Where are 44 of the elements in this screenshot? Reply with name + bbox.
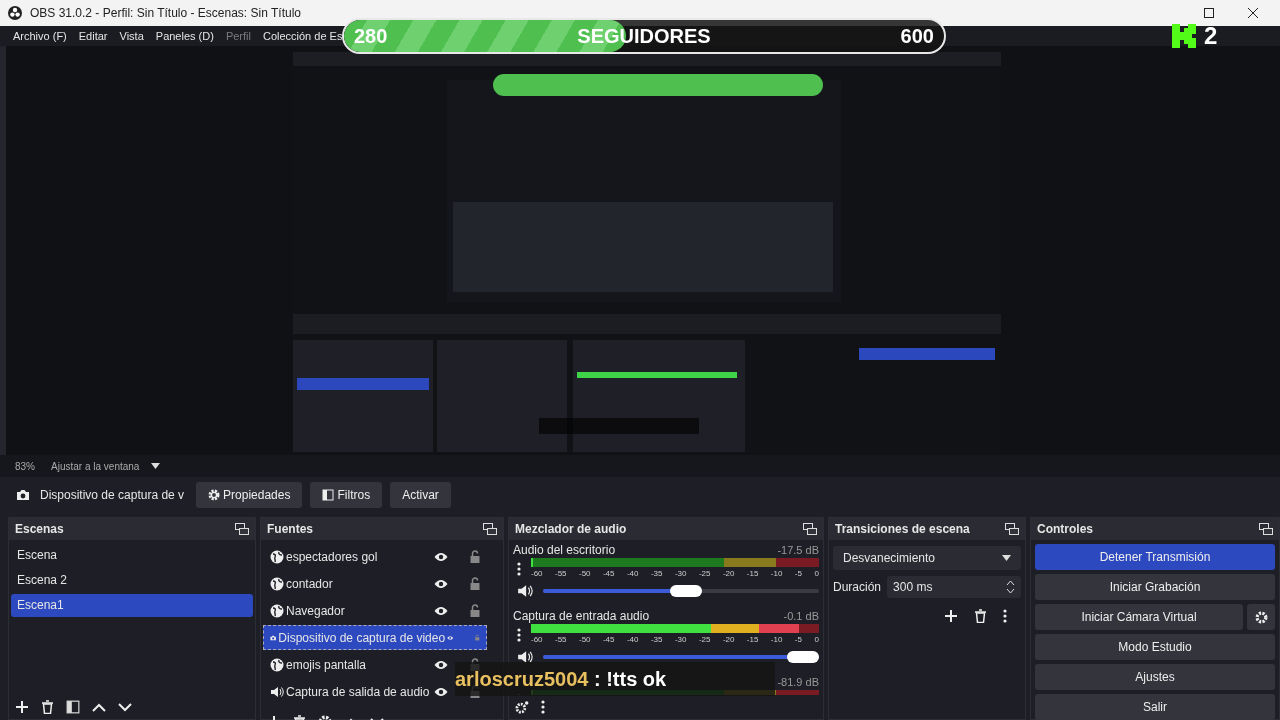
meter-tick: -10 [770,568,783,579]
meter-tick: -35 [650,568,663,579]
meter-tick: -25 [698,568,711,579]
window-title: OBS 31.0.2 - Perfil: Sin Título - Escenas: Sin Título [30,6,301,20]
db-reading: -17.5 dB [777,544,819,556]
dock-title: Transiciones de escena [835,522,970,536]
goal-target: 600 [900,24,934,48]
meter-tick: -5 [794,634,802,645]
meter-tick: -55 [555,634,567,645]
dock-title: Escenas [15,522,64,536]
meter-tick: -15 [746,634,759,645]
dock-title: Mezclador de audio [515,522,627,536]
meter-tick: -30 [674,568,687,579]
dock-title: Controles [1037,522,1093,536]
meter-tick: -50 [578,568,591,579]
zoom-level: 83% [15,460,35,472]
meter-tick: -25 [698,634,711,645]
meter-tick: -60 [531,634,543,645]
meter-tick: -45 [602,568,615,579]
meter-tick: 0 [814,568,819,579]
meter-tick: -35 [650,634,663,645]
meter-tick: 0 [814,634,819,645]
chat-toast: arloscruz5004 : !tts ok [455,662,775,696]
meter-tick: -50 [578,634,591,645]
source-name: Dispositivo de captura de v [40,488,185,502]
goal-current: 280 [354,24,388,48]
dock-title: Fuentes [267,522,313,536]
meter-tick: -30 [674,634,687,645]
meter-tick: -40 [626,634,639,645]
meter-tick: -5 [794,568,802,579]
meter-tick: -20 [722,634,735,645]
db-reading: -0.1 dB [783,610,819,622]
meter-tick: -45 [602,634,615,645]
channel-name: Captura de entrada audio [513,609,650,623]
viewer-count: 2 [1204,22,1218,50]
meter-tick: -10 [770,634,783,645]
meter-tick: -20 [722,568,735,579]
meter-tick: -55 [555,568,567,579]
meter-tick: -40 [626,568,639,579]
db-reading: -81.9 dB [777,676,819,688]
meter-tick: -15 [746,568,759,579]
channel-name: Audio del escritorio [513,543,616,557]
duration-label: Duración [833,580,882,594]
meter-tick: -60 [531,568,543,579]
